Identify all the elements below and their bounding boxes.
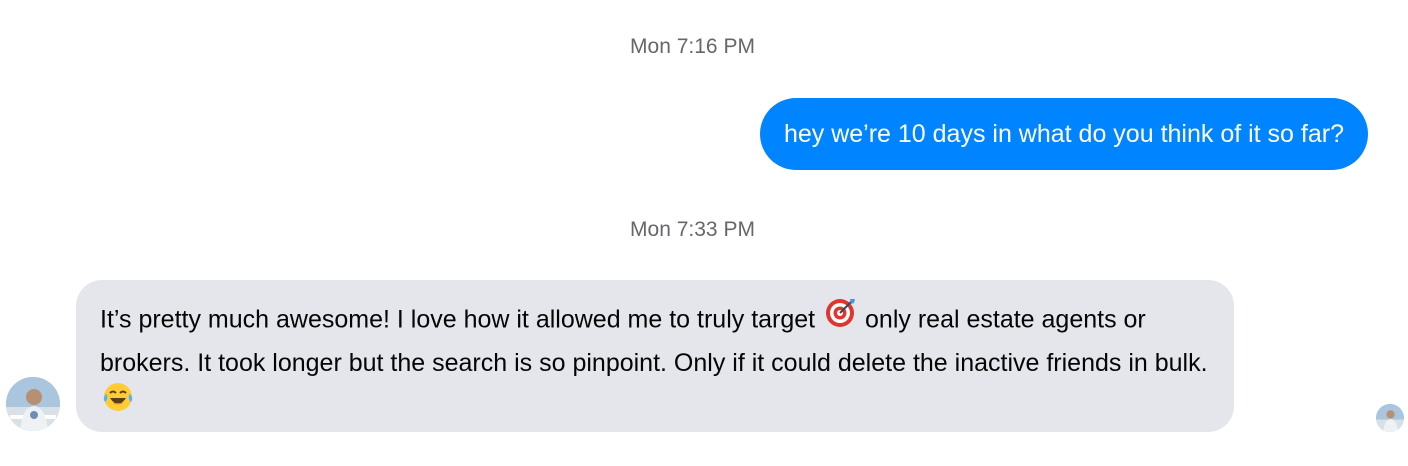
- timestamp: Mon 7:16 PM: [630, 35, 755, 58]
- avatar-photo-icon: [6, 377, 60, 431]
- sender-avatar[interactable]: [6, 377, 60, 431]
- read-receipt-avatar: [1376, 404, 1404, 432]
- incoming-message-text: It’s pretty much awesome! I love how it …: [100, 305, 816, 334]
- outgoing-message-bubble[interactable]: hey we’re 10 days in what do you think o…: [759, 98, 1368, 170]
- avatar-photo-icon: [1376, 404, 1404, 432]
- chat-thread: Mon 7:16 PM hey we’re 10 days in what do…: [0, 0, 1408, 466]
- laughing-tears-emoji-icon: [102, 381, 134, 425]
- incoming-message-bubble[interactable]: It’s pretty much awesome! I love how it …: [76, 280, 1234, 432]
- timestamp: Mon 7:33 PM: [630, 218, 755, 241]
- target-emoji-icon: [824, 297, 856, 341]
